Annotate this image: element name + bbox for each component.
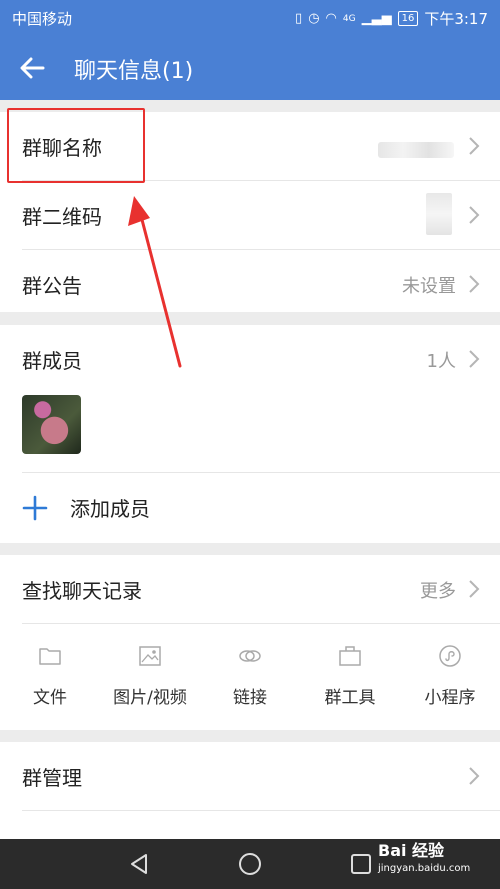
nav-home-icon[interactable] — [237, 851, 263, 877]
chevron-right-icon — [469, 580, 480, 598]
members-label: 群成员 — [22, 349, 82, 373]
signal-icon: ▁▃▅ — [361, 10, 392, 26]
clock: 下午3:17 — [424, 10, 488, 28]
network-type: 4G — [342, 13, 356, 24]
nav-back-icon[interactable] — [126, 851, 152, 877]
tool-images-videos[interactable]: 图片/视频 — [100, 623, 200, 713]
qr-code-label: 群二维码 — [22, 205, 102, 229]
back-button[interactable] — [14, 50, 50, 86]
vibrate-icon: ▯ — [295, 10, 303, 26]
watermark-url: jingyan.baidu.com — [378, 863, 471, 874]
member-avatar[interactable] — [22, 395, 81, 454]
tool-group-tools-label: 群工具 — [324, 688, 376, 708]
tool-images-videos-label: 图片/视频 — [113, 688, 187, 708]
group-info-section: 群聊名称 群二维码 群公告 未设置 — [0, 112, 500, 312]
add-member-row[interactable]: 添加成员 — [0, 473, 500, 542]
members-count: 1人 — [426, 351, 456, 372]
search-more-label: 更多 — [420, 581, 456, 602]
members-section: 群成员 1人 添加成员 — [0, 325, 500, 543]
group-notice-label: 群公告 — [22, 274, 82, 298]
image-icon — [139, 646, 161, 666]
status-icons: ▯ ◷ ◠ 4G ▁▃▅ 16 下午3:17 — [295, 8, 488, 29]
group-notice-value: 未设置 — [402, 276, 456, 297]
battery-icon: 16 — [397, 11, 419, 26]
title-bar: 聊天信息(1) — [0, 38, 500, 98]
tool-group-tools[interactable]: 群工具 — [300, 623, 400, 713]
status-bar: 中国移动 ▯ ◷ ◠ 4G ▁▃▅ 16 下午3:17 — [0, 0, 500, 36]
group-name-row[interactable]: 群聊名称 — [0, 112, 500, 181]
group-management-row[interactable]: 群管理 — [0, 742, 500, 811]
group-management-label: 群管理 — [22, 766, 82, 790]
chevron-right-icon — [469, 767, 480, 785]
group-name-value-blurred — [378, 142, 454, 158]
history-filter-tools: 文件 图片/视频 链接 群工具 小程序 — [0, 623, 500, 713]
members-row[interactable]: 群成员 1人 — [0, 325, 500, 394]
mini-program-icon — [439, 645, 461, 667]
plus-icon — [22, 495, 48, 521]
tool-files-label: 文件 — [33, 688, 67, 708]
group-name-label: 群聊名称 — [22, 136, 102, 160]
chevron-right-icon — [469, 350, 480, 368]
tool-files[interactable]: 文件 — [0, 623, 100, 713]
chat-history-section: 查找聊天记录 更多 文件 图片/视频 链接 群工具 小程序 — [0, 555, 500, 730]
nav-recents-icon[interactable] — [348, 851, 374, 877]
tool-mini-programs-label: 小程序 — [424, 688, 476, 708]
group-notice-row[interactable]: 群公告 未设置 — [0, 250, 500, 319]
search-history-label: 查找聊天记录 — [22, 579, 142, 603]
tool-links[interactable]: 链接 — [200, 623, 300, 713]
chevron-right-icon — [469, 137, 480, 155]
folder-icon — [39, 648, 61, 665]
carrier-label: 中国移动 — [12, 10, 73, 28]
qr-code-thumbnail-blurred — [426, 193, 452, 235]
page-title: 聊天信息(1) — [74, 59, 194, 84]
qr-code-row[interactable]: 群二维码 — [0, 181, 500, 250]
divider — [22, 810, 500, 811]
chevron-right-icon — [469, 206, 480, 224]
search-history-row[interactable]: 查找聊天记录 更多 — [0, 555, 500, 624]
chevron-right-icon — [469, 275, 480, 293]
baidu-jingyan-watermark: Bai 经验 jingyan.baidu.com — [378, 842, 470, 878]
toolbox-icon — [339, 646, 361, 666]
watermark-brand: Bai 经验 — [378, 841, 445, 860]
tool-links-label: 链接 — [233, 688, 267, 708]
tool-mini-programs[interactable]: 小程序 — [400, 623, 500, 713]
link-icon — [239, 650, 261, 662]
wifi-icon: ◠ — [325, 10, 337, 26]
alarm-icon: ◷ — [308, 10, 320, 26]
arrow-left-icon — [20, 57, 45, 79]
group-management-section: 群管理 — [0, 742, 500, 839]
top-bar: 中国移动 ▯ ◷ ◠ 4G ▁▃▅ 16 下午3:17 聊天信息(1) — [0, 0, 500, 100]
add-member-label: 添加成员 — [70, 497, 150, 521]
